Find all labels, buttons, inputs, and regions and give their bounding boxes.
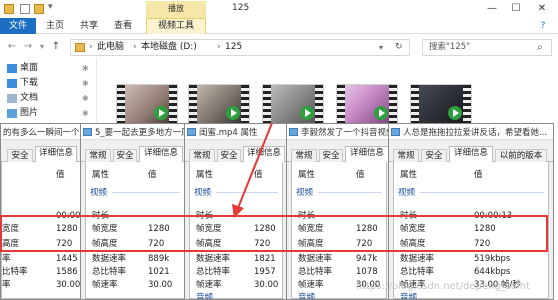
arrow-line <box>237 122 273 209</box>
watermark: https://blog.csdn.net/depeng_saint <box>356 281 531 292</box>
annotation-arrow <box>232 122 273 218</box>
arrow-head <box>232 204 244 218</box>
